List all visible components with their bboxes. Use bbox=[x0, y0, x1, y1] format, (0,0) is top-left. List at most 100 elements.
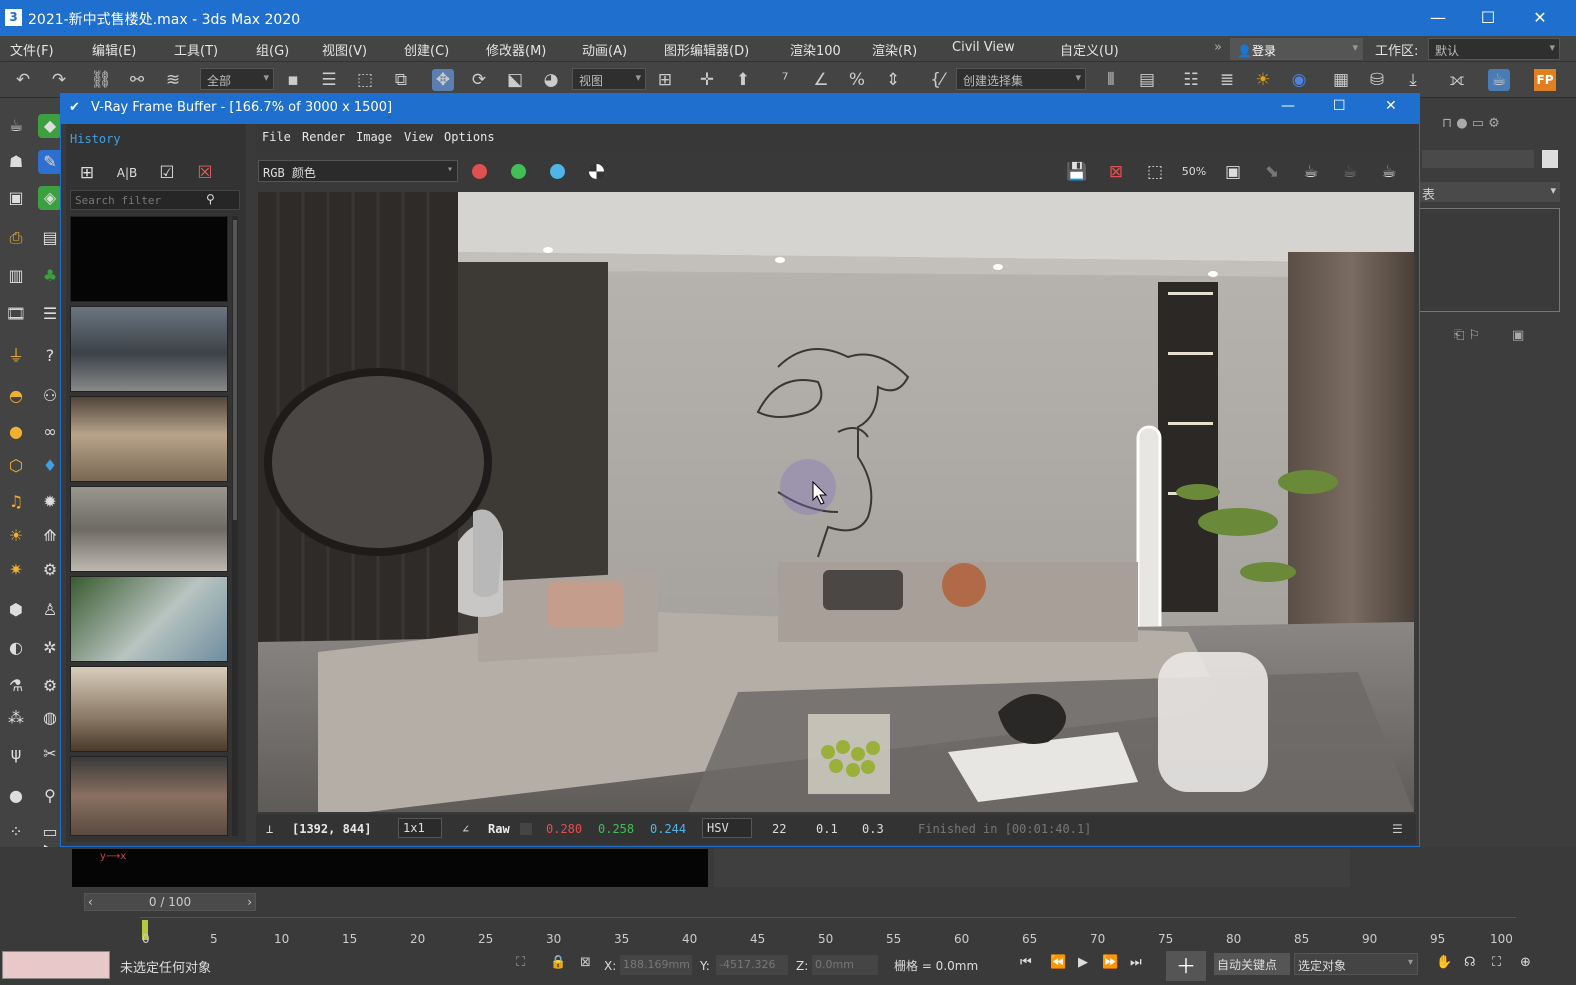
keyboard-shortcut-icon[interactable]: ⬆ bbox=[732, 69, 754, 91]
history-thumb[interactable] bbox=[70, 666, 228, 752]
blue-channel-toggle[interactable] bbox=[550, 164, 565, 179]
flask-icon[interactable]: ⚗ bbox=[4, 674, 28, 698]
vfb-close-button[interactable]: ✕ bbox=[1385, 98, 1397, 114]
prev-frame-icon[interactable]: ‹ bbox=[85, 894, 93, 910]
track-mouse-icon[interactable]: ▣ bbox=[1220, 160, 1246, 184]
edit-named-selection-icon[interactable]: {⁄ bbox=[926, 69, 948, 91]
next-frame-icon[interactable]: › bbox=[247, 894, 255, 910]
menu-render100[interactable]: 渲染100 bbox=[790, 40, 841, 59]
shape-icon[interactable]: ✎ bbox=[38, 150, 62, 174]
menu-create[interactable]: 创建(C) bbox=[404, 40, 449, 59]
render-frame-icon[interactable]: ⤓ bbox=[1402, 69, 1424, 91]
sparkle-icon[interactable]: ✷ bbox=[4, 558, 28, 582]
move-icon[interactable]: ✥ bbox=[432, 69, 454, 91]
scene-explorer-icon[interactable]: ☷ bbox=[1180, 69, 1202, 91]
named-selection-dropdown[interactable]: 创建选择集 bbox=[956, 68, 1086, 90]
bell-icon[interactable]: ♫ bbox=[4, 490, 28, 514]
drop-icon[interactable]: ♦ bbox=[38, 454, 62, 478]
name-field[interactable] bbox=[1422, 150, 1534, 168]
undo-icon[interactable]: ↶ bbox=[12, 69, 34, 91]
colorspace-dropdown[interactable]: HSV bbox=[702, 818, 752, 838]
auto-key-button[interactable]: 自动关键点 bbox=[1214, 953, 1290, 975]
menu-group[interactable]: 组(G) bbox=[256, 40, 289, 59]
history-scrollbar[interactable] bbox=[232, 216, 238, 836]
render-interactive-icon[interactable]: ☕ bbox=[1298, 160, 1324, 184]
select-by-name-icon[interactable]: ☰ bbox=[318, 69, 340, 91]
cog-icon[interactable]: ⚙ bbox=[38, 674, 62, 698]
history-thumb[interactable] bbox=[70, 486, 228, 572]
history-load-icon[interactable]: ☑ bbox=[154, 161, 180, 185]
teapot-icon[interactable]: ☕ bbox=[4, 114, 28, 138]
history-thumb[interactable] bbox=[70, 756, 228, 836]
layer-explorer-icon[interactable]: ≣ bbox=[1216, 69, 1238, 91]
vfb-minimize-button[interactable]: — bbox=[1281, 98, 1295, 114]
fp-icon[interactable]: FP bbox=[1534, 69, 1556, 91]
workspace-dropdown[interactable]: 默认 bbox=[1428, 38, 1560, 60]
vfb-menu-image[interactable]: Image bbox=[356, 130, 392, 144]
pivot-center-icon[interactable]: ⊞ bbox=[654, 69, 676, 91]
menu-customize[interactable]: 自定义(U) bbox=[1060, 40, 1119, 59]
timeline-track[interactable]: 0 5 10 15 20 25 30 35 40 45 50 55 60 65 … bbox=[140, 917, 1516, 946]
history-thumb[interactable] bbox=[70, 576, 228, 662]
list-icon[interactable]: ☰ bbox=[38, 302, 62, 326]
render-setup-icon[interactable]: ◉ bbox=[1288, 69, 1310, 91]
menu-civil-view[interactable]: Civil View bbox=[952, 40, 1015, 55]
search-icon[interactable]: ⚲ bbox=[206, 192, 215, 206]
stack-tools-icon[interactable]: ⎗ ⚐ bbox=[1454, 328, 1480, 343]
place-icon[interactable]: ◕ bbox=[540, 69, 562, 91]
bubbles-icon[interactable]: ⁘ bbox=[4, 820, 28, 844]
window-crossing-icon[interactable]: ⧉ bbox=[390, 69, 412, 91]
pixel-info-icon[interactable]: ⊥ bbox=[266, 822, 273, 836]
menu-animation[interactable]: 动画(A) bbox=[582, 40, 627, 59]
scatter-icon[interactable]: ⁂ bbox=[4, 706, 28, 730]
history-save-icon[interactable]: ⊞ bbox=[74, 161, 100, 185]
menu-file[interactable]: 文件(F) bbox=[10, 40, 54, 59]
align-icon[interactable]: ▤ bbox=[1136, 69, 1158, 91]
command-panel-tabs[interactable]: ⊓ ● ▭ ⚙ bbox=[1442, 116, 1562, 134]
render-last-icon[interactable]: ☕ bbox=[1376, 160, 1402, 184]
tree-icon[interactable]: ♣ bbox=[38, 264, 62, 288]
green-channel-toggle[interactable] bbox=[511, 164, 526, 179]
set-key-icon[interactable]: ＋ bbox=[1166, 951, 1206, 981]
isolate-icon[interactable]: ⛶ bbox=[516, 955, 525, 970]
save-image-icon[interactable]: 💾 bbox=[1064, 160, 1090, 184]
maximize-button[interactable]: ☐ bbox=[1468, 6, 1508, 30]
snaps-toggle-icon[interactable]: ⁷ bbox=[774, 69, 796, 91]
film-icon[interactable]: 🎞 bbox=[4, 302, 28, 326]
curve-editor-icon[interactable]: ▦ bbox=[1330, 69, 1352, 91]
channel-dropdown[interactable]: RGB 颜色 ▾ bbox=[258, 160, 458, 182]
geometry-icon[interactable]: ◆ bbox=[38, 114, 62, 138]
zoom-dropdown[interactable]: 1x1 bbox=[398, 818, 442, 838]
history-thumb[interactable] bbox=[70, 216, 228, 302]
stop-render-icon[interactable]: ☕ bbox=[1337, 160, 1363, 184]
monitor-icon[interactable]: ▥ bbox=[4, 264, 28, 288]
history-remove-icon[interactable]: ☒ bbox=[192, 161, 218, 185]
redo-icon[interactable]: ↷ bbox=[48, 69, 70, 91]
gamepad-icon[interactable]: ⚇ bbox=[38, 384, 62, 408]
grass-icon[interactable]: ψ bbox=[4, 742, 28, 766]
spanner-icon[interactable]: ✂ bbox=[38, 742, 62, 766]
box-icon[interactable]: ▣ bbox=[4, 186, 28, 210]
select-object-icon[interactable]: ▪ bbox=[282, 69, 304, 91]
login-dropdown[interactable]: 👤登录 bbox=[1230, 38, 1363, 60]
transform-mode-icon[interactable]: ⊠ bbox=[580, 955, 591, 970]
viewport-strip[interactable] bbox=[72, 849, 708, 887]
close-button[interactable]: ✕ bbox=[1520, 6, 1560, 30]
settings-icon[interactable]: ✲ bbox=[38, 636, 62, 660]
figure-icon[interactable]: ♙ bbox=[38, 598, 62, 622]
schematic-view-icon[interactable]: ⛁ bbox=[1366, 69, 1388, 91]
vfb-menu-file[interactable]: File bbox=[262, 130, 291, 144]
red-channel-toggle[interactable] bbox=[472, 164, 487, 179]
sphere-icon[interactable]: ● bbox=[4, 420, 28, 444]
link-icon[interactable]: ⛓ bbox=[90, 69, 112, 91]
selection-filter-dropdown[interactable]: 全部 bbox=[200, 68, 274, 90]
sun-small-icon[interactable]: ✹ bbox=[38, 490, 62, 514]
key-filter-dropdown[interactable]: 选定对象 ▾ bbox=[1294, 953, 1418, 975]
modifier-list-dropdown[interactable]: 表 ▾ bbox=[1418, 182, 1560, 203]
viewport-strip-right[interactable] bbox=[714, 849, 1350, 887]
cube-icon[interactable]: ⬢ bbox=[4, 598, 28, 622]
vfb-menu-options[interactable]: Options bbox=[444, 130, 495, 144]
ball-icon[interactable]: ● bbox=[4, 784, 28, 808]
color-picker-icon[interactable]: ∠ bbox=[462, 822, 469, 836]
next-key-icon[interactable]: ⏩ bbox=[1102, 955, 1118, 970]
